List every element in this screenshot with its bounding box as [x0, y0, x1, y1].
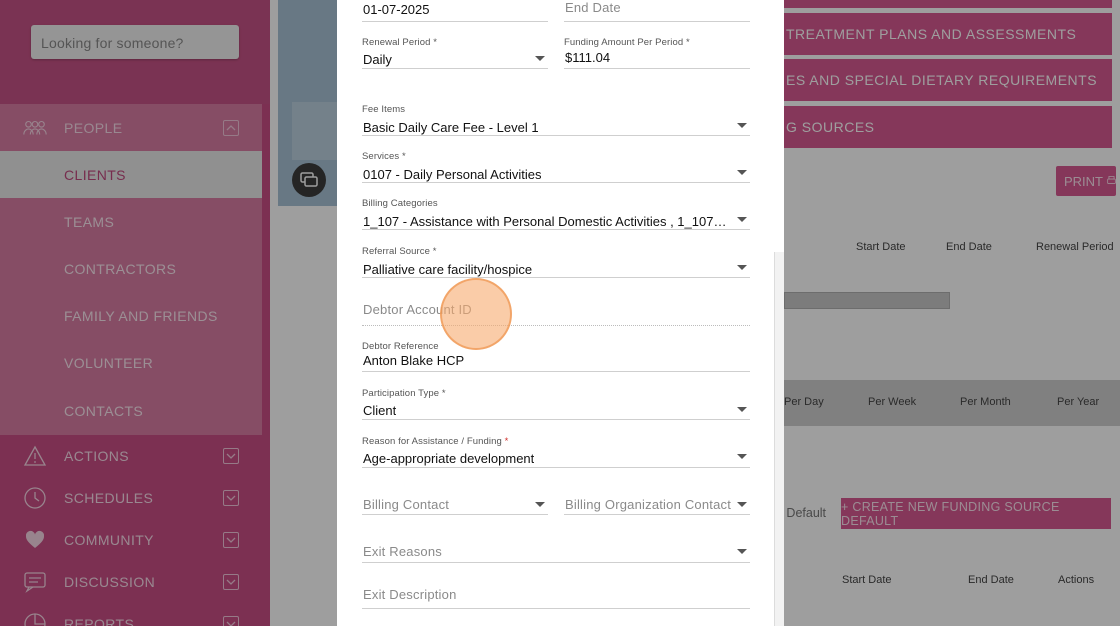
billing-organization-contact-placeholder: Billing Organization Contact [565, 497, 732, 512]
exit-description-field[interactable]: Exit Description [362, 583, 750, 609]
end-date-field[interactable]: End Date [564, 0, 750, 22]
services-label: Services * [362, 151, 406, 162]
modal-scrollbar[interactable] [774, 252, 784, 626]
funding-source-dialog: 01-07-2025 End Date Renewal Period * Dai… [337, 0, 784, 626]
renewal-period-select[interactable]: Renewal Period * Daily [362, 36, 548, 69]
caret-down-icon [737, 407, 747, 412]
required-asterisk: * [504, 436, 509, 447]
fee-items-label: Fee Items [362, 104, 406, 115]
referral-source-value: Palliative care facility/hospice [363, 262, 533, 277]
billing-contact-select[interactable]: Billing Contact [362, 492, 548, 515]
caret-down-icon [737, 549, 747, 554]
billing-organization-contact-select[interactable]: Billing Organization Contact [564, 492, 750, 515]
caret-down-icon [737, 265, 747, 270]
caret-down-icon [737, 123, 747, 128]
debtor-account-id-field[interactable]: Debtor Account ID [362, 298, 750, 326]
participation-type-select[interactable]: Participation Type * Client [362, 388, 750, 420]
debtor-reference-value: Anton Blake HCP [363, 353, 465, 368]
services-value: 0107 - Daily Personal Activities [363, 167, 542, 182]
billing-categories-value: 1_107 - Assistance with Personal Domesti… [363, 214, 729, 229]
renewal-period-label: Renewal Period * [362, 37, 438, 48]
caret-down-icon [737, 454, 747, 459]
start-date-value: 01-07-2025 [363, 2, 430, 17]
start-date-field[interactable]: 01-07-2025 [362, 0, 548, 22]
end-date-placeholder: End Date [565, 0, 621, 15]
billing-categories-label: Billing Categories [362, 198, 438, 209]
caret-down-icon [737, 170, 747, 175]
exit-description-placeholder: Exit Description [363, 587, 457, 602]
reason-label-text: Reason for Assistance / Funding [362, 436, 502, 447]
caret-down-icon [535, 502, 545, 507]
referral-source-label: Referral Source * [362, 246, 437, 257]
debtor-reference-field[interactable]: Debtor Reference Anton Blake HCP [362, 340, 750, 372]
funding-amount-field[interactable]: Funding Amount Per Period * $111.04 [564, 36, 750, 69]
fee-items-select[interactable]: Fee Items Basic Daily Care Fee - Level 1 [362, 104, 750, 136]
services-select[interactable]: Services * 0107 - Daily Personal Activit… [362, 151, 750, 183]
reason-for-assistance-select[interactable]: Reason for Assistance / Funding * Age-ap… [362, 435, 750, 468]
caret-down-icon [535, 56, 545, 61]
debtor-reference-label: Debtor Reference [362, 341, 439, 352]
fee-items-value: Basic Daily Care Fee - Level 1 [363, 120, 539, 135]
reason-for-assistance-label: Reason for Assistance / Funding * [362, 436, 508, 447]
billing-categories-select[interactable]: Billing Categories 1_107 - Assistance wi… [362, 198, 750, 230]
reason-for-assistance-value: Age-appropriate development [363, 451, 535, 466]
funding-amount-value: $111.04 [565, 50, 611, 65]
exit-reasons-placeholder: Exit Reasons [363, 544, 442, 559]
billing-contact-placeholder: Billing Contact [363, 497, 450, 512]
exit-reasons-select[interactable]: Exit Reasons [362, 540, 750, 563]
participation-type-value: Client [363, 403, 397, 418]
renewal-period-value: Daily [363, 52, 392, 67]
caret-down-icon [737, 217, 747, 222]
referral-source-select[interactable]: Referral Source * Palliative care facili… [362, 246, 750, 278]
click-indicator [440, 278, 512, 350]
caret-down-icon [737, 502, 747, 507]
participation-type-label: Participation Type * [362, 388, 446, 399]
funding-amount-label: Funding Amount Per Period * [564, 37, 690, 48]
